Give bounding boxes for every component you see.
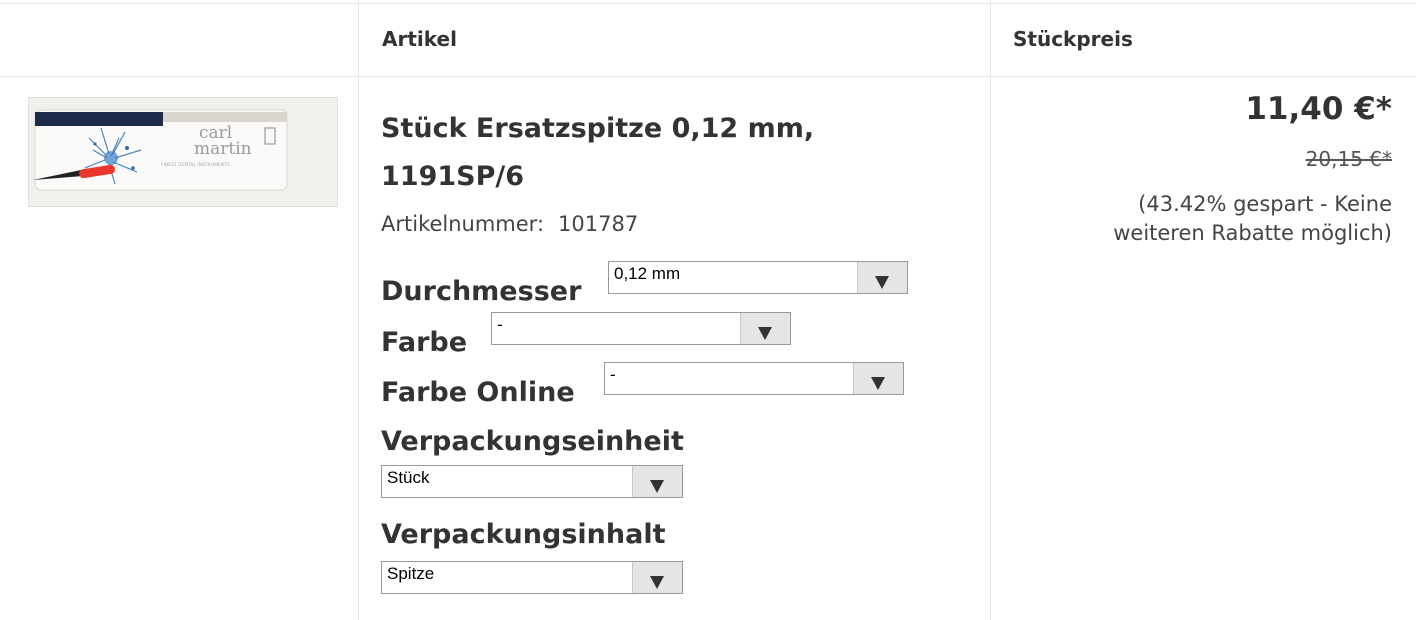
select-value: Spitze <box>387 564 435 583</box>
header-article: Artikel <box>382 26 457 51</box>
article-number-value: 101787 <box>558 212 639 236</box>
chevron-down-icon <box>857 262 907 293</box>
article-number-row: Artikelnummer: 101787 <box>381 212 638 236</box>
verpackungsinhalt-select[interactable]: Spitze <box>381 561 683 594</box>
select-value: - <box>610 365 616 384</box>
product-image[interactable]: carl martin FINEST DENTAL INSTRUMENTS <box>28 97 338 207</box>
farbe-select[interactable]: - <box>491 312 791 345</box>
farbe-online-select[interactable]: - <box>604 362 904 395</box>
option-label-farbe-online: Farbe Online <box>381 377 575 408</box>
original-price: 20,15 €* <box>1305 147 1392 171</box>
product-image-graphic: carl martin FINEST DENTAL INSTRUMENTS <box>29 98 337 206</box>
header-image-column <box>0 0 358 77</box>
chevron-down-icon <box>853 363 903 394</box>
savings-note: (43.42% gespart - Keine weiteren Rabatte… <box>1113 192 1392 245</box>
unit-price: 11,40 €* <box>1245 91 1392 127</box>
chevron-down-icon <box>632 562 682 593</box>
option-label-farbe: Farbe <box>381 327 468 358</box>
chevron-down-icon <box>740 313 790 344</box>
option-label-verpackungseinheit: Verpackungseinheit <box>381 426 684 457</box>
product-title-line: Stück Ersatzspitze 0,12 mm, <box>381 113 815 144</box>
column-divider <box>990 0 991 620</box>
chevron-down-icon <box>632 466 682 497</box>
cart-table: Artikel Stückpreis carl martin FINEST DE… <box>0 0 1416 620</box>
header-unit-price: Stückpreis <box>1013 26 1133 51</box>
select-value: Stück <box>387 468 430 487</box>
product-title-line: 1191SP/6 <box>381 161 525 192</box>
verpackungseinheit-select[interactable]: Stück <box>381 465 683 498</box>
select-value: 0,12 mm <box>614 264 681 283</box>
product-title[interactable]: Stück Ersatzspitze 0,12 mm, 1191SP/6 <box>381 105 941 201</box>
durchmesser-select[interactable]: 0,12 mm <box>608 261 908 294</box>
article-number-label: Artikelnummer: <box>381 212 545 236</box>
option-label-durchmesser: Durchmesser <box>381 276 582 307</box>
brand-tagline: FINEST DENTAL INSTRUMENTS <box>161 162 230 168</box>
option-label-verpackungsinhalt: Verpackungsinhalt <box>381 519 666 550</box>
brand-logo-text: martin <box>194 139 252 159</box>
column-divider <box>358 0 359 620</box>
select-value: - <box>497 315 503 334</box>
